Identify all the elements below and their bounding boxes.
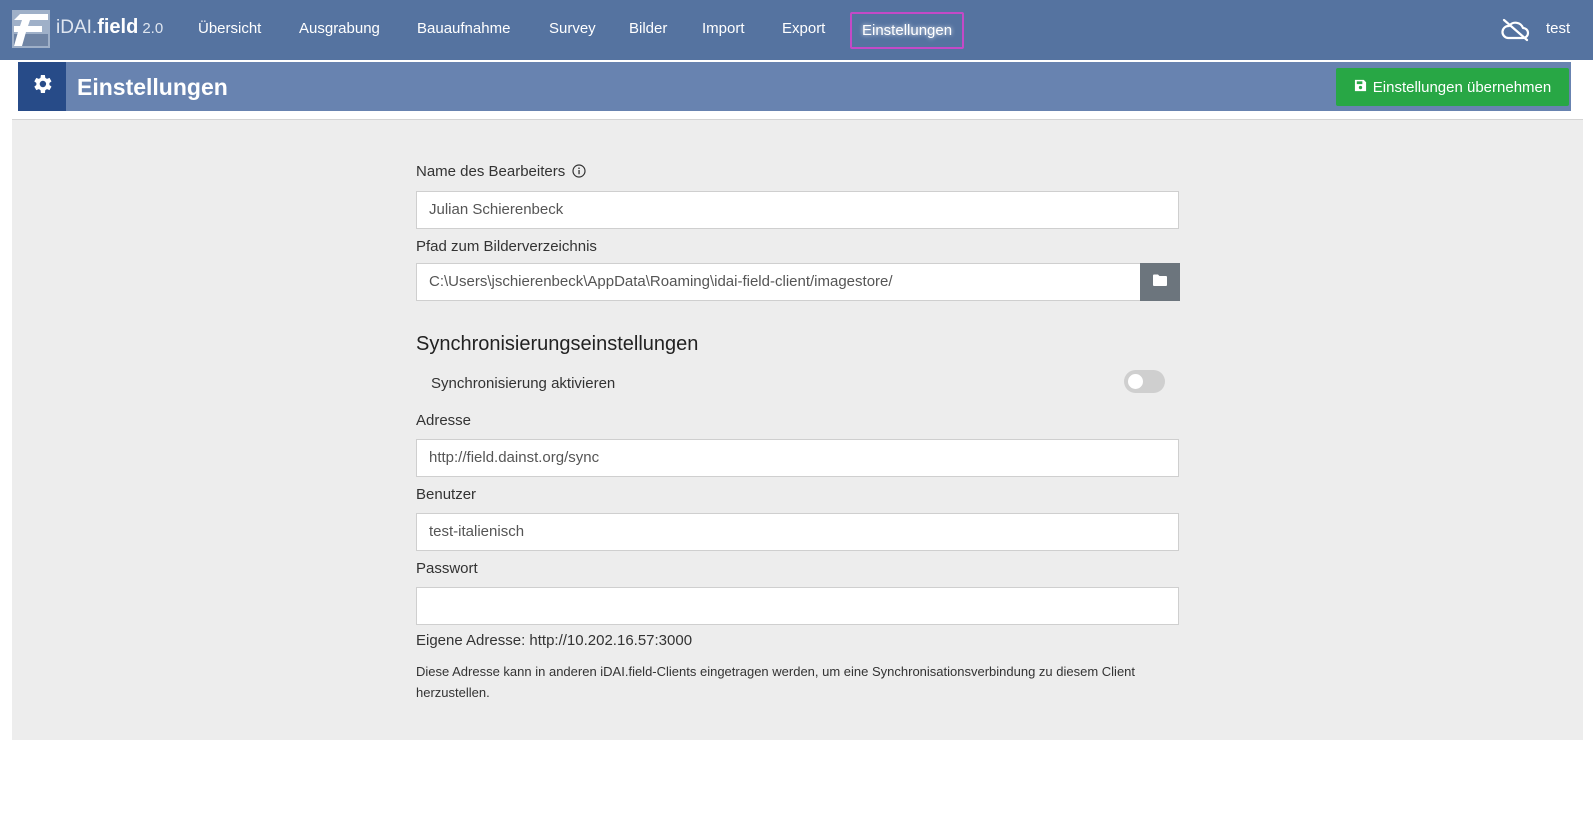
image-path-label: Pfad zum Bilderverzeichnis — [416, 238, 597, 255]
sync-toggle-label: Synchronisierung aktivieren — [431, 375, 616, 392]
save-settings-button[interactable]: Einstellungen übernehmen — [1336, 68, 1569, 106]
sync-toggle[interactable] — [1124, 370, 1165, 393]
nav-ausgrabung[interactable]: Ausgrabung — [299, 20, 380, 37]
app-logo[interactable] — [12, 10, 50, 48]
own-address: Eigene Adresse: http://10.202.16.57:3000 — [416, 632, 693, 649]
header-icon-box — [18, 62, 66, 111]
brand-bold: field — [97, 16, 139, 38]
nav-bauaufnahme[interactable]: Bauaufnahme — [417, 20, 510, 37]
app-brand: iDAI.field 2.0 — [56, 16, 163, 39]
page-title: Einstellungen — [77, 74, 228, 100]
address-input[interactable]: http://field.dainst.org/sync — [416, 439, 1179, 477]
editor-name-label-text: Name des Bearbeiters — [416, 163, 566, 180]
sync-settings-heading: Synchronisierungseinstellungen — [416, 333, 699, 355]
nav-survey[interactable]: Survey — [549, 20, 596, 37]
nav-export[interactable]: Export — [782, 20, 825, 37]
save-settings-label: Einstellungen übernehmen — [1372, 78, 1552, 96]
page-header: Einstellungen Einstellungen übernehmen — [18, 62, 1571, 111]
cloud-off-icon[interactable] — [1500, 18, 1530, 42]
editor-name-input[interactable]: Julian Schierenbeck — [416, 191, 1179, 229]
own-address-help-text: Diese Adresse kann in anderen iDAI.field… — [416, 664, 1136, 700]
image-path-input[interactable]: C:\Users\jschierenbeck\AppData\Roaming\i… — [416, 263, 1141, 301]
top-navbar: iDAI.field 2.0 Übersicht Ausgrabung Bauau… — [0, 0, 1593, 60]
gear-icon — [30, 72, 54, 101]
password-label: Passwort — [416, 560, 478, 577]
user-input[interactable]: test-italienisch — [416, 513, 1179, 551]
nav-einstellungen[interactable]: Einstellungen — [850, 12, 965, 49]
editor-name-label: Name des Bearbeiters — [416, 163, 587, 182]
floppy-disk-icon — [1354, 79, 1367, 96]
user-label: Benutzer — [416, 486, 477, 503]
current-user[interactable]: test — [1546, 20, 1570, 37]
nav-import[interactable]: Import — [702, 20, 745, 37]
app-version: 2.0 — [142, 20, 164, 37]
address-label: Adresse — [416, 412, 472, 429]
info-icon[interactable] — [572, 164, 587, 182]
sync-toggle-knob — [1128, 374, 1143, 389]
folder-icon — [1153, 273, 1167, 291]
browse-folder-button[interactable] — [1140, 263, 1180, 301]
password-input[interactable] — [416, 587, 1179, 625]
nav-uebersicht[interactable]: Übersicht — [198, 20, 261, 37]
nav-bilder[interactable]: Bilder — [629, 20, 667, 37]
brand-light: iDAI. — [56, 17, 98, 38]
